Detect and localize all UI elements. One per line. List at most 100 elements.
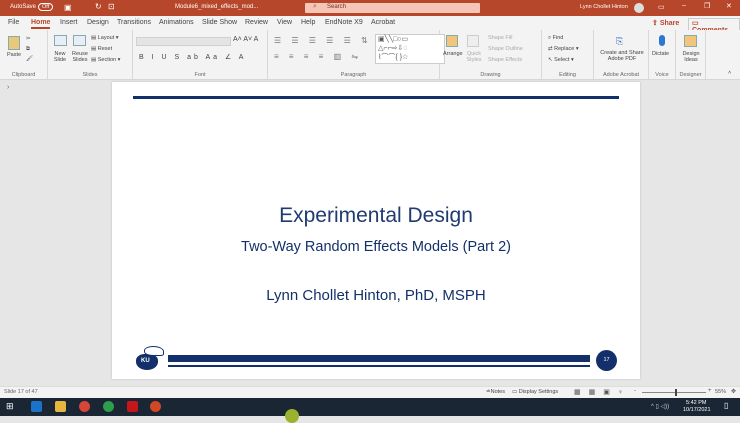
shape-effects-button[interactable]: Shape Effects bbox=[488, 57, 522, 63]
font-label: Font bbox=[194, 72, 206, 78]
status-bar: Slide 17 of 47 ≐Notes ▭ Display Settings… bbox=[0, 386, 740, 398]
select-button[interactable]: ↖ Select ▾ bbox=[548, 57, 574, 63]
section-button[interactable]: ▤ Section ▾ bbox=[91, 57, 120, 63]
close-icon[interactable]: ✕ bbox=[726, 2, 732, 10]
powerpoint-icon[interactable] bbox=[150, 401, 161, 412]
quick-styles-button[interactable]: Quick Styles bbox=[465, 51, 483, 63]
shapes-gallery[interactable]: ▣╲╲□○▭ △⌐⌐⇨⇩◌ ⌇⌒⌒{ }☆ bbox=[375, 34, 445, 64]
share-label: Share bbox=[659, 20, 680, 27]
find-button[interactable]: ⌕ Find bbox=[548, 35, 563, 42]
search-placeholder: Search bbox=[327, 4, 347, 10]
notifications-icon[interactable]: ▯ bbox=[724, 401, 728, 410]
reset-label: Reset bbox=[97, 46, 113, 52]
copy-icon[interactable]: ⧉ bbox=[26, 46, 30, 53]
new-slide-button[interactable]: New Slide bbox=[52, 51, 68, 63]
autosave-label: AutoSave bbox=[10, 4, 37, 10]
footer-rule-thin bbox=[168, 365, 590, 367]
fit-slide-icon[interactable]: ✥ bbox=[731, 388, 736, 395]
chrome-icon[interactable] bbox=[79, 401, 90, 412]
outlook-icon[interactable] bbox=[31, 401, 42, 412]
zoom-in-button[interactable]: + bbox=[708, 388, 712, 394]
tab-help[interactable]: Help bbox=[301, 19, 315, 26]
tab-view[interactable]: View bbox=[277, 19, 292, 26]
tab-endnote[interactable]: EndNote X9 bbox=[325, 19, 363, 26]
reuse-slides-button[interactable]: Reuse Slides bbox=[71, 51, 89, 63]
view-buttons[interactable]: ▦▦▣♀ bbox=[574, 388, 631, 396]
quick-styles-icon[interactable] bbox=[467, 35, 479, 47]
tab-home[interactable]: Home bbox=[31, 19, 51, 29]
slides-label: Slides bbox=[82, 72, 98, 78]
acrobat-icon[interactable] bbox=[127, 401, 138, 412]
tab-animations[interactable]: Animations bbox=[159, 19, 194, 26]
search-box[interactable]: ⌕ Search bbox=[305, 3, 480, 13]
tab-slide-show[interactable]: Slide Show bbox=[202, 19, 237, 26]
font-name-select[interactable] bbox=[136, 37, 231, 46]
display-settings-button[interactable]: ▭ Display Settings bbox=[512, 389, 558, 395]
slide-author[interactable]: Lynn Chollet Hinton, PhD, MSPH bbox=[112, 287, 640, 304]
tab-transitions[interactable]: Transitions bbox=[117, 19, 151, 26]
tab-review[interactable]: Review bbox=[245, 19, 268, 26]
group-clipboard: Paste ✂ ⧉ 🖌 Clipboard bbox=[0, 30, 48, 80]
align-buttons[interactable]: ≡ ≡ ≡ ≡ ▥ ⇋ bbox=[274, 52, 362, 61]
design-ideas-button[interactable]: Design Ideas bbox=[679, 51, 703, 63]
group-voice: Dictate Voice bbox=[649, 30, 676, 80]
tab-insert[interactable]: Insert bbox=[60, 19, 78, 26]
minimize-icon[interactable]: – bbox=[682, 2, 686, 9]
zoom-slider-thumb[interactable] bbox=[675, 389, 677, 396]
reuse-slides-icon[interactable] bbox=[73, 35, 86, 46]
list-buttons[interactable]: ☰ ☰ ☰ ☰ ☰ ⇅ bbox=[274, 36, 372, 45]
tab-acrobat[interactable]: Acrobat bbox=[371, 19, 395, 26]
layout-button[interactable]: ▤ Layout ▾ bbox=[91, 35, 119, 41]
clock-time[interactable]: 5:42 PM bbox=[686, 400, 706, 406]
arrange-button[interactable]: Arrange bbox=[443, 51, 463, 57]
redo-icon[interactable]: ↻ bbox=[95, 2, 102, 11]
designer-label: Designer bbox=[679, 72, 702, 78]
file-explorer-icon[interactable] bbox=[55, 401, 66, 412]
clock-date[interactable]: 10/17/2021 bbox=[683, 407, 711, 413]
paste-icon[interactable] bbox=[8, 36, 20, 50]
present-icon[interactable]: ⊡ bbox=[108, 2, 115, 11]
tab-file[interactable]: File bbox=[8, 19, 19, 26]
shape-outline-button[interactable]: Shape Outline bbox=[488, 46, 523, 52]
voice-label: Voice bbox=[655, 72, 669, 78]
shape-fill-button[interactable]: Shape Fill bbox=[488, 35, 512, 41]
section-label: Section bbox=[97, 57, 117, 63]
slide-canvas[interactable]: Experimental Design Two-Way Random Effec… bbox=[112, 82, 640, 379]
restore-icon[interactable]: ❐ bbox=[704, 2, 710, 10]
replace-button[interactable]: ⇄ Replace ▾ bbox=[548, 46, 579, 52]
slide-number: 17 bbox=[596, 350, 617, 371]
top-rule bbox=[133, 96, 619, 99]
green-app-icon[interactable] bbox=[103, 401, 114, 412]
expand-thumbnails-icon[interactable]: › bbox=[7, 84, 9, 91]
file-name[interactable]: Module6_mixed_effects_mod... bbox=[175, 4, 258, 10]
font-format-buttons[interactable]: B I U S ab Aa ∠ A bbox=[139, 53, 246, 61]
tray-icons[interactable]: ^ ▯ ◁)) bbox=[651, 403, 669, 410]
collapse-ribbon-icon[interactable]: ˄ bbox=[728, 70, 731, 76]
new-slide-icon[interactable] bbox=[54, 35, 67, 46]
save-icon[interactable]: ▣ bbox=[64, 3, 72, 12]
zoom-out-button[interactable]: - bbox=[634, 388, 636, 394]
ribbon-display-icon[interactable]: ▭ bbox=[658, 3, 665, 11]
reset-button[interactable]: ▤ Reset bbox=[91, 46, 112, 52]
autosave-toggle[interactable]: Off bbox=[38, 3, 54, 11]
notes-button[interactable]: ≐Notes bbox=[486, 389, 505, 395]
share-button[interactable]: ⇪ Share bbox=[652, 19, 679, 27]
group-drawing: ▣╲╲□○▭ △⌐⌐⇨⇩◌ ⌇⌒⌒{ }☆ Arrange Quick Styles… bbox=[375, 30, 542, 80]
avatar[interactable] bbox=[634, 3, 644, 13]
format-painter-icon[interactable]: 🖌 bbox=[26, 56, 33, 62]
zoom-level[interactable]: 55% bbox=[715, 389, 726, 395]
zoom-slider[interactable] bbox=[642, 389, 706, 396]
group-slides: New Slide Reuse Slides ▤ Layout ▾ ▤ Rese… bbox=[48, 30, 133, 80]
arrange-icon[interactable] bbox=[446, 35, 458, 47]
user-name[interactable]: Lynn Chollet Hinton bbox=[580, 4, 628, 10]
tab-design[interactable]: Design bbox=[87, 19, 109, 26]
cut-icon[interactable]: ✂ bbox=[26, 36, 31, 42]
font-size-controls[interactable]: A˄ A˅ A bbox=[233, 36, 258, 43]
paste-button[interactable]: Paste bbox=[7, 52, 21, 58]
slide-subtitle[interactable]: Two-Way Random Effects Models (Part 2) bbox=[112, 239, 640, 255]
layout-label: Layout bbox=[97, 35, 115, 41]
windows-start-icon[interactable]: ⊞ bbox=[6, 401, 14, 412]
slide-title[interactable]: Experimental Design bbox=[112, 204, 640, 228]
dictate-button[interactable]: Dictate bbox=[652, 51, 669, 57]
create-pdf-button[interactable]: Create and Share Adobe PDF bbox=[596, 50, 648, 62]
